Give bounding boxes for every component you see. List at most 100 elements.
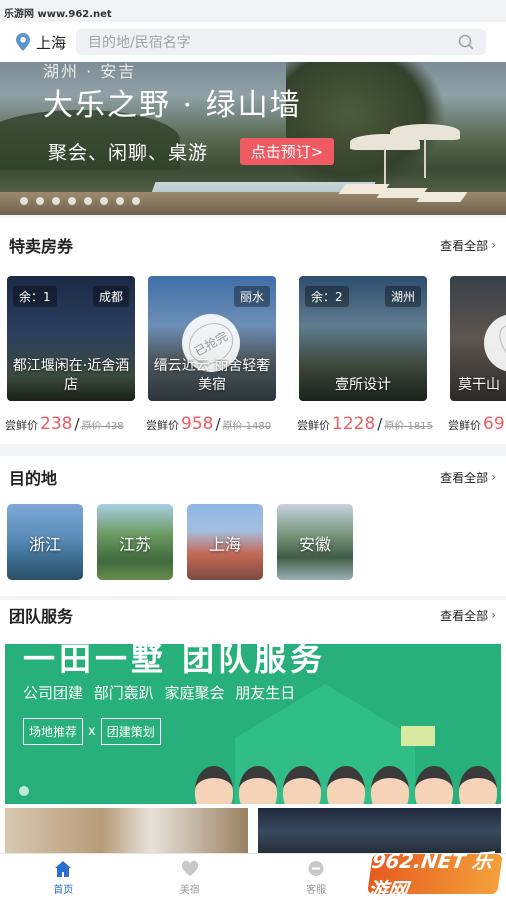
- team-view-all-link[interactable]: 查看全部 ›: [440, 607, 496, 624]
- pagination-dot[interactable]: [36, 197, 44, 205]
- deals-header: 特卖房券 查看全部 ›: [0, 230, 506, 260]
- banner-umbrella: [390, 124, 460, 178]
- price-label: 尝鲜价: [297, 419, 330, 432]
- tab-meisu[interactable]: 美宿: [127, 854, 254, 900]
- team-tag: 场地推荐: [23, 718, 84, 745]
- deal-image: 已 莫干山: [450, 276, 506, 401]
- face-illustration: [415, 766, 453, 804]
- deal-card[interactable]: 余：2 湖州 壹所设计 尝鲜价 1228 / 原价 1815: [294, 276, 434, 438]
- banner-subtitle: 湖州 · 安吉: [43, 62, 137, 81]
- deal-price: 尝鲜价 238 / 原价 438: [5, 414, 124, 434]
- pagination-dot[interactable]: [68, 197, 76, 205]
- chevron-right-icon: ›: [491, 238, 496, 252]
- pagination-dot[interactable]: [116, 197, 124, 205]
- banner-pagination: [20, 197, 140, 205]
- price-divider: /: [377, 415, 383, 433]
- deals-view-all-link[interactable]: 查看全部 ›: [440, 237, 496, 254]
- pagination-dot[interactable]: [84, 197, 92, 205]
- price-divider: /: [215, 415, 221, 433]
- deals-title: 特卖房券: [9, 237, 74, 256]
- chat-icon: [308, 861, 324, 876]
- price-current: 958: [181, 414, 214, 434]
- deal-name: 莫干山: [458, 377, 500, 393]
- deal-price: 尝鲜价 1228 / 原价 1815: [297, 414, 433, 434]
- face-illustration: [371, 766, 409, 804]
- chevron-right-icon: ›: [491, 470, 496, 484]
- price-label: 尝鲜价: [448, 419, 481, 432]
- pagination-dot[interactable]: [100, 197, 108, 205]
- book-now-button[interactable]: 点击预订>: [240, 138, 334, 165]
- face-illustration: [459, 766, 497, 804]
- face-illustration: [239, 766, 277, 804]
- deal-name: 壹所设计: [335, 377, 391, 393]
- team-tag: 团建策划: [100, 718, 161, 745]
- photo-card[interactable]: [5, 808, 248, 854]
- sold-out-stamp: 已: [484, 314, 506, 372]
- price-label: 尝鲜价: [146, 419, 179, 432]
- destination-card-zhejiang[interactable]: 浙江: [7, 504, 83, 580]
- banner-title: 大乐之野 · 绿山墙: [43, 88, 302, 123]
- face-illustration: [195, 766, 233, 804]
- destination-card-shanghai[interactable]: 上海: [187, 504, 263, 580]
- search-icon[interactable]: [458, 34, 474, 50]
- deal-name: 缙云近云 丽舍轻奢美宿: [153, 358, 271, 393]
- deal-remaining: 余：2: [305, 286, 349, 307]
- deal-card[interactable]: 已 莫干山 尝鲜价 69: [445, 276, 506, 438]
- team-subtitle: 公司团建 部门轰趴 家庭聚会 朋友生日: [23, 684, 296, 702]
- price-original: 原价 1480: [222, 421, 272, 432]
- destination-card-jiangsu[interactable]: 江苏: [97, 504, 173, 580]
- price-current: 69: [483, 414, 505, 434]
- banner-chair: [416, 192, 468, 202]
- destinations-view-all-link[interactable]: 查看全部 ›: [440, 469, 496, 486]
- price-divider: /: [74, 415, 80, 433]
- heart-icon: [181, 860, 198, 876]
- deal-price: 尝鲜价 69: [448, 414, 505, 434]
- view-all-label: 查看全部: [440, 470, 489, 485]
- destination-name: 浙江: [28, 535, 61, 554]
- tab-customer-service[interactable]: 客服: [253, 854, 380, 900]
- deal-image: 丽水 已抢完 缙云近云 丽舍轻奢美宿: [148, 276, 276, 401]
- deal-remaining: 余：1: [13, 286, 57, 307]
- price-original: 原价 1815: [384, 421, 433, 432]
- pagination-dot[interactable]: [132, 197, 140, 205]
- tab-home[interactable]: 首页: [0, 854, 127, 900]
- face-illustration: [283, 766, 321, 804]
- team-title: 团队服务: [9, 607, 74, 626]
- search-input[interactable]: 目的地/民宿名字: [76, 29, 487, 55]
- tab-label: 首页: [53, 885, 74, 896]
- deal-card[interactable]: 余：1 成都 都江堰闲在·近舍酒店 尝鲜价 238 / 原价 438: [2, 276, 142, 438]
- team-tag-separator: x: [88, 724, 96, 739]
- flag-illustration: [401, 726, 435, 746]
- destination-name: 上海: [208, 535, 241, 554]
- destinations-section: 目的地 查看全部 › 浙江 江苏 上海 安徽: [0, 456, 506, 596]
- chevron-right-icon: ›: [491, 608, 496, 622]
- location-city: 上海: [36, 33, 67, 52]
- price-label: 尝鲜价: [5, 419, 38, 432]
- destination-name: 安徽: [298, 535, 331, 554]
- team-tags: 场地推荐 x 团建策划: [23, 718, 161, 745]
- pagination-dot[interactable]: [19, 786, 29, 796]
- deal-image: 余：2 湖州 壹所设计: [299, 276, 427, 401]
- view-all-label: 查看全部: [440, 238, 489, 253]
- deal-card[interactable]: 丽水 已抢完 缙云近云 丽舍轻奢美宿 尝鲜价 958 / 原价 1480: [143, 276, 283, 438]
- pagination-dot[interactable]: [20, 197, 28, 205]
- deal-image: 余：1 成都 都江堰闲在·近舍酒店: [7, 276, 135, 401]
- watermark-text: 962.NET 乐游网: [366, 849, 494, 900]
- hero-banner[interactable]: 湖州 · 安吉 大乐之野 · 绿山墙 聚会、闲聊、桌游 点击预订>: [0, 62, 506, 215]
- location-pin-icon: [16, 33, 30, 51]
- home-icon: [55, 861, 72, 877]
- face-illustration: [327, 766, 365, 804]
- watermark-top: 乐游网 www.962.net: [4, 9, 112, 20]
- sold-out-text: 已: [493, 320, 506, 366]
- pagination-dot[interactable]: [52, 197, 60, 205]
- top-bar: 上海 目的地/民宿名字: [0, 22, 506, 62]
- destination-card-anhui[interactable]: 安徽: [277, 504, 353, 580]
- price-original: 原价 438: [81, 421, 124, 432]
- deals-section: 特卖房券 查看全部 › 余：1 成都 都江堰闲在·近舍酒店 尝鲜价 238 / …: [0, 218, 506, 444]
- destination-name: 江苏: [118, 535, 151, 554]
- site-watermark-logo: 962.NET 乐游网: [366, 849, 503, 900]
- team-banner[interactable]: 一田一墅 团队服务 公司团建 部门轰趴 家庭聚会 朋友生日 场地推荐 x 团建策…: [5, 644, 501, 804]
- people-illustration: [195, 766, 497, 804]
- location-selector[interactable]: 上海: [16, 32, 66, 53]
- destination-list: 浙江 江苏 上海 安徽: [7, 504, 353, 580]
